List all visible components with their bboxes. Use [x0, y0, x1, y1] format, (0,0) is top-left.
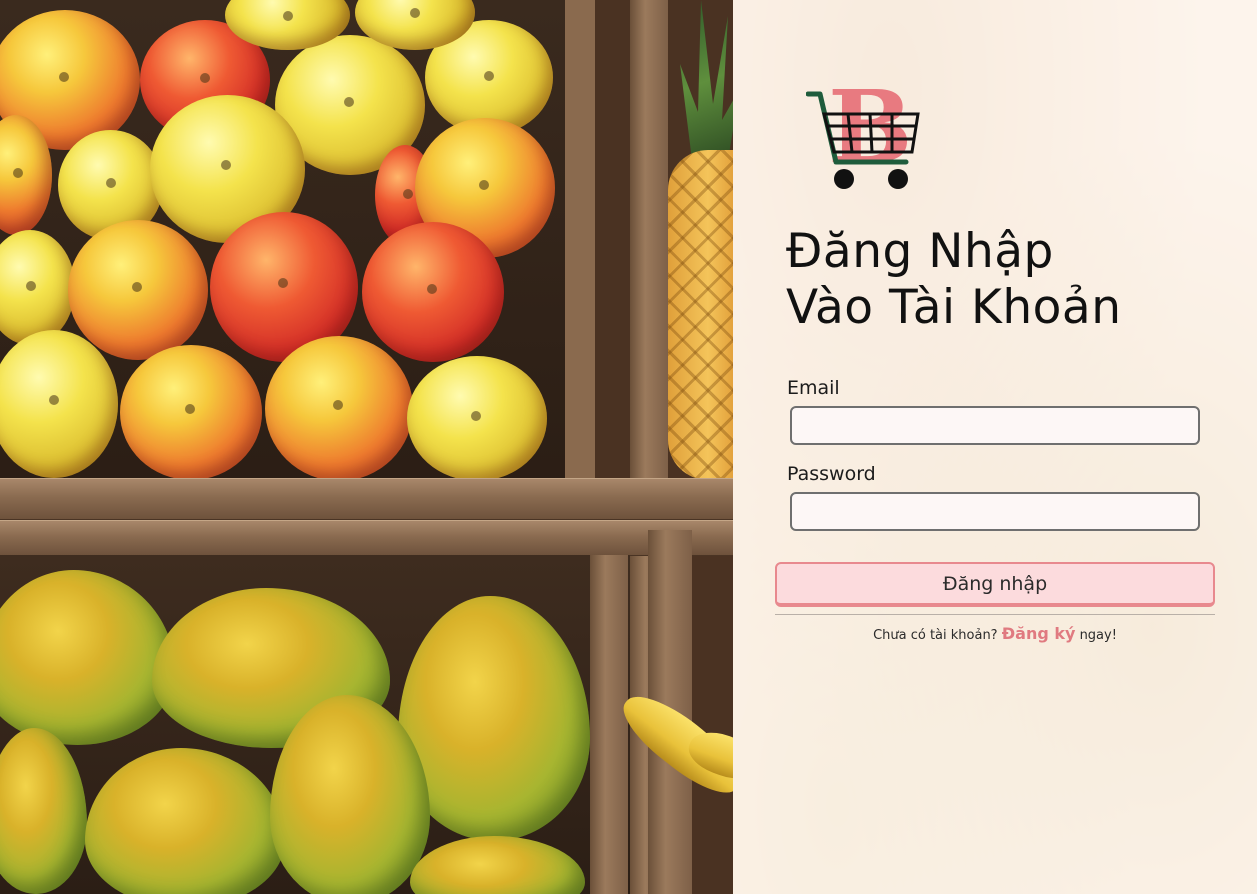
apple	[120, 345, 262, 480]
apple	[362, 222, 504, 362]
signup-link[interactable]: Đăng ký	[1002, 624, 1076, 643]
email-field[interactable]	[790, 406, 1200, 445]
pineapple-leaves	[680, 0, 733, 160]
page-title: Đăng Nhập Vào Tài Khoản	[786, 224, 1226, 336]
apple	[407, 356, 547, 481]
title-line-1: Đăng Nhập	[786, 224, 1054, 279]
apple	[68, 220, 208, 360]
login-button[interactable]: Đăng nhập	[775, 562, 1215, 607]
email-label: Email	[787, 377, 840, 399]
hero-image-fruit-market	[0, 0, 733, 894]
signup-prefix: Chưa có tài khoản?	[873, 628, 998, 643]
signup-prompt: Chưa có tài khoản? Đăng ký ngay!	[775, 624, 1215, 643]
signup-suffix: ngay!	[1079, 628, 1117, 643]
shopping-cart-icon: B	[806, 68, 920, 189]
password-field[interactable]	[790, 492, 1200, 531]
apple	[265, 336, 413, 481]
divider	[775, 614, 1215, 615]
crate-shelf	[0, 520, 733, 556]
password-label: Password	[787, 463, 876, 485]
crate-post	[590, 555, 628, 894]
title-line-2: Vào Tài Khoản	[786, 280, 1122, 335]
pineapple	[668, 150, 733, 480]
crate-shelf	[0, 478, 733, 520]
